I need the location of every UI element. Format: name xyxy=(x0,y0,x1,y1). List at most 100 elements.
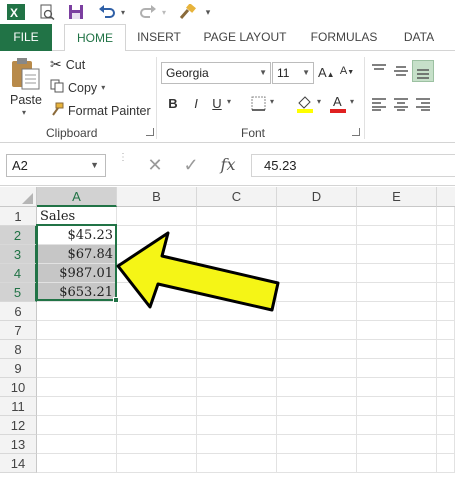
cell-a12[interactable] xyxy=(37,416,117,435)
underline-button[interactable]: U xyxy=(211,96,223,111)
cell-b7[interactable] xyxy=(117,321,197,340)
cell-c3[interactable] xyxy=(197,245,277,264)
cell-b11[interactable] xyxy=(117,397,197,416)
fill-color-dropdown-icon[interactable]: ▾ xyxy=(315,97,323,106)
cell-c2[interactable] xyxy=(197,226,277,245)
cell-f13[interactable] xyxy=(437,435,455,454)
cell-d11[interactable] xyxy=(277,397,357,416)
cell-d8[interactable] xyxy=(277,340,357,359)
font-name-select[interactable]: Georgia ▼ xyxy=(161,62,271,84)
cell-c7[interactable] xyxy=(197,321,277,340)
row-header-2[interactable]: 2 xyxy=(0,226,37,245)
paste-dropdown-icon[interactable]: ▾ xyxy=(22,108,26,117)
cell-e9[interactable] xyxy=(357,359,437,378)
cell-b5[interactable] xyxy=(117,283,197,302)
formula-input[interactable]: 45.23 xyxy=(251,154,455,177)
borders-dropdown-icon[interactable]: ▾ xyxy=(268,97,276,106)
customize-qat-icon[interactable]: ▾ xyxy=(202,3,214,21)
fill-handle[interactable] xyxy=(113,297,119,303)
cell-e13[interactable] xyxy=(357,435,437,454)
cell-a4[interactable]: $987.01 xyxy=(37,264,117,283)
row-header-4[interactable]: 4 xyxy=(0,264,37,283)
redo-icon[interactable] xyxy=(137,3,159,21)
cell-b14[interactable] xyxy=(117,454,197,473)
cell-c11[interactable] xyxy=(197,397,277,416)
cell-d13[interactable] xyxy=(277,435,357,454)
cell-f12[interactable] xyxy=(437,416,455,435)
row-header-7[interactable]: 7 xyxy=(0,321,37,340)
bold-button[interactable]: B xyxy=(167,96,179,111)
cell-e3[interactable] xyxy=(357,245,437,264)
cell-e7[interactable] xyxy=(357,321,437,340)
touch-mode-icon[interactable] xyxy=(176,3,198,21)
save-icon[interactable] xyxy=(66,3,86,21)
cut-button[interactable]: ✂ Cut xyxy=(50,56,85,73)
cell-f8[interactable] xyxy=(437,340,455,359)
format-painter-button[interactable]: Format Painter xyxy=(50,102,151,119)
cell-d4[interactable] xyxy=(277,264,357,283)
cell-b1[interactable] xyxy=(117,207,197,226)
cell-b4[interactable] xyxy=(117,264,197,283)
cell-a13[interactable] xyxy=(37,435,117,454)
bottom-align-icon[interactable] xyxy=(412,60,434,82)
cell-e10[interactable] xyxy=(357,378,437,397)
copy-button[interactable]: Copy ▾ xyxy=(50,79,105,96)
name-box[interactable]: A2 ▼ xyxy=(6,154,106,177)
cell-e11[interactable] xyxy=(357,397,437,416)
row-header-6[interactable]: 6 xyxy=(0,302,37,321)
cell-f11[interactable] xyxy=(437,397,455,416)
cell-f9[interactable] xyxy=(437,359,455,378)
paste-icon[interactable] xyxy=(8,57,42,91)
cell-e2[interactable] xyxy=(357,226,437,245)
cell-f1[interactable] xyxy=(437,207,455,226)
cell-a1[interactable]: Sales xyxy=(37,207,117,226)
cell-f10[interactable] xyxy=(437,378,455,397)
cell-b8[interactable] xyxy=(117,340,197,359)
cell-a6[interactable] xyxy=(37,302,117,321)
cell-e6[interactable] xyxy=(357,302,437,321)
cell-c1[interactable] xyxy=(197,207,277,226)
cell-b9[interactable] xyxy=(117,359,197,378)
paste-button[interactable]: Paste xyxy=(10,93,42,107)
tab-data[interactable]: DATA xyxy=(396,24,442,51)
select-all-corner[interactable] xyxy=(0,187,37,207)
cell-d14[interactable] xyxy=(277,454,357,473)
print-preview-icon[interactable] xyxy=(37,3,57,21)
row-header-14[interactable]: 14 xyxy=(0,454,37,473)
insert-function-icon[interactable]: fx xyxy=(215,153,241,177)
shrink-font-icon[interactable]: A▼ xyxy=(339,65,355,77)
cell-b2[interactable] xyxy=(117,226,197,245)
cell-a3[interactable]: $67.84 xyxy=(37,245,117,264)
cell-d6[interactable] xyxy=(277,302,357,321)
clipboard-launcher-icon[interactable] xyxy=(146,128,154,136)
tab-formulas[interactable]: FORMULAS xyxy=(306,24,382,51)
row-header-1[interactable]: 1 xyxy=(0,207,37,226)
row-header-8[interactable]: 8 xyxy=(0,340,37,359)
cell-f2[interactable] xyxy=(437,226,455,245)
row-header-3[interactable]: 3 xyxy=(0,245,37,264)
row-header-11[interactable]: 11 xyxy=(0,397,37,416)
undo-dropdown-icon[interactable]: ▾ xyxy=(118,3,128,21)
spreadsheet-grid[interactable]: A B C D E 1 2 3 4 5 6 7 8 9 10 11 12 13 14 Sales $45.2… xyxy=(0,187,455,485)
grow-font-icon[interactable]: A▲ xyxy=(318,65,335,80)
column-header-b[interactable]: B xyxy=(117,187,197,207)
cell-e8[interactable] xyxy=(357,340,437,359)
redo-dropdown-icon[interactable]: ▾ xyxy=(159,3,169,21)
cell-a9[interactable] xyxy=(37,359,117,378)
align-right-icon[interactable] xyxy=(415,97,431,111)
borders-icon[interactable] xyxy=(251,96,267,112)
cell-f14[interactable] xyxy=(437,454,455,473)
cell-f3[interactable] xyxy=(437,245,455,264)
fill-color-icon[interactable] xyxy=(296,94,314,114)
cell-a8[interactable] xyxy=(37,340,117,359)
cell-b12[interactable] xyxy=(117,416,197,435)
tab-home[interactable]: HOME xyxy=(64,24,126,52)
tab-page-layout[interactable]: PAGE LAYOUT xyxy=(200,24,290,51)
cell-d1[interactable] xyxy=(277,207,357,226)
cell-f5[interactable] xyxy=(437,283,455,302)
font-launcher-icon[interactable] xyxy=(352,128,360,136)
undo-icon[interactable] xyxy=(96,3,118,21)
cell-c5[interactable] xyxy=(197,283,277,302)
font-size-select[interactable]: 11 ▼ xyxy=(272,62,314,84)
enter-icon[interactable]: ✓ xyxy=(180,153,202,177)
